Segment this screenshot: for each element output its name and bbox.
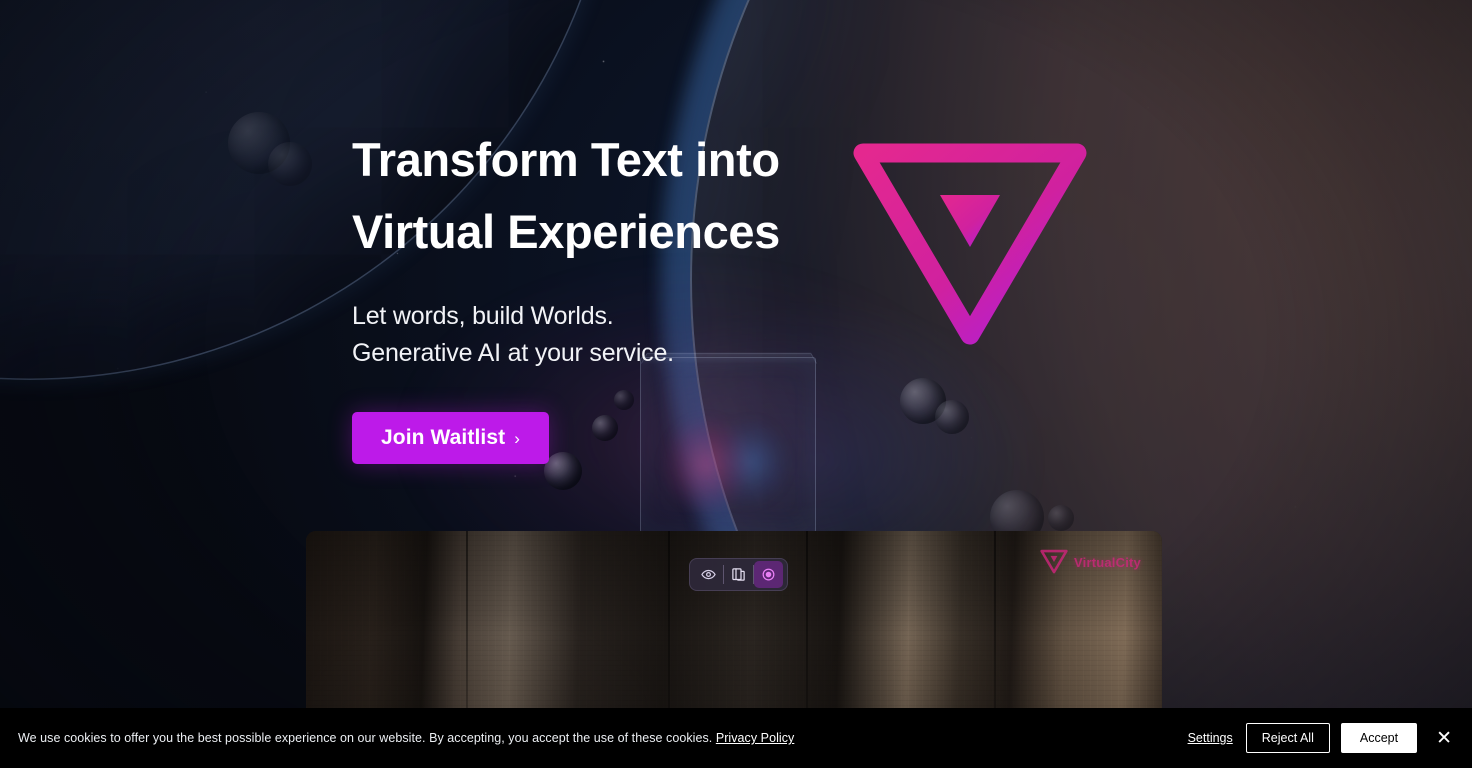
cookie-message: We use cookies to offer you the best pos… — [18, 731, 1186, 745]
cookie-consent-banner: We use cookies to offer you the best pos… — [0, 708, 1472, 768]
page-root: Transform Text into Virtual Experiences … — [0, 0, 1472, 768]
hero-title-line-1: Transform Text into — [352, 133, 780, 186]
player-controls-toolbar[interactable] — [689, 558, 788, 591]
hero-subtitle: Let words, build Worlds. Generative AI a… — [352, 298, 872, 372]
join-waitlist-button[interactable]: Join Waitlist › — [352, 412, 549, 464]
reject-all-button[interactable]: Reject All — [1245, 723, 1330, 753]
page-title: Transform Text into Virtual Experiences — [352, 124, 872, 268]
triangle-logo — [845, 135, 1095, 360]
eye-icon[interactable] — [694, 561, 723, 588]
hero-section: Transform Text into Virtual Experiences … — [352, 124, 872, 464]
cookie-settings-button[interactable]: Settings — [1186, 727, 1235, 749]
video-watermark: VirtualCity — [1039, 549, 1141, 575]
privacy-policy-link[interactable]: Privacy Policy — [716, 731, 795, 745]
close-icon[interactable]: ✕ — [1430, 727, 1458, 750]
cookie-message-text: We use cookies to offer you the best pos… — [18, 731, 713, 745]
hero-subtitle-line-2: Generative AI at your service. — [352, 339, 674, 367]
watermark-triangle-icon — [1040, 549, 1068, 574]
watermark-label: VirtualCity — [1074, 554, 1141, 570]
hero-title-line-2: Virtual Experiences — [352, 205, 780, 258]
record-icon[interactable] — [754, 561, 783, 588]
join-waitlist-label: Join Waitlist — [381, 426, 506, 449]
accept-button[interactable]: Accept — [1340, 723, 1418, 753]
chevron-right-icon: › — [514, 428, 520, 448]
hero-subtitle-line-1: Let words, build Worlds. — [352, 302, 614, 330]
cookie-actions: Settings Reject All Accept ✕ — [1186, 723, 1458, 753]
layers-icon[interactable] — [724, 561, 753, 588]
